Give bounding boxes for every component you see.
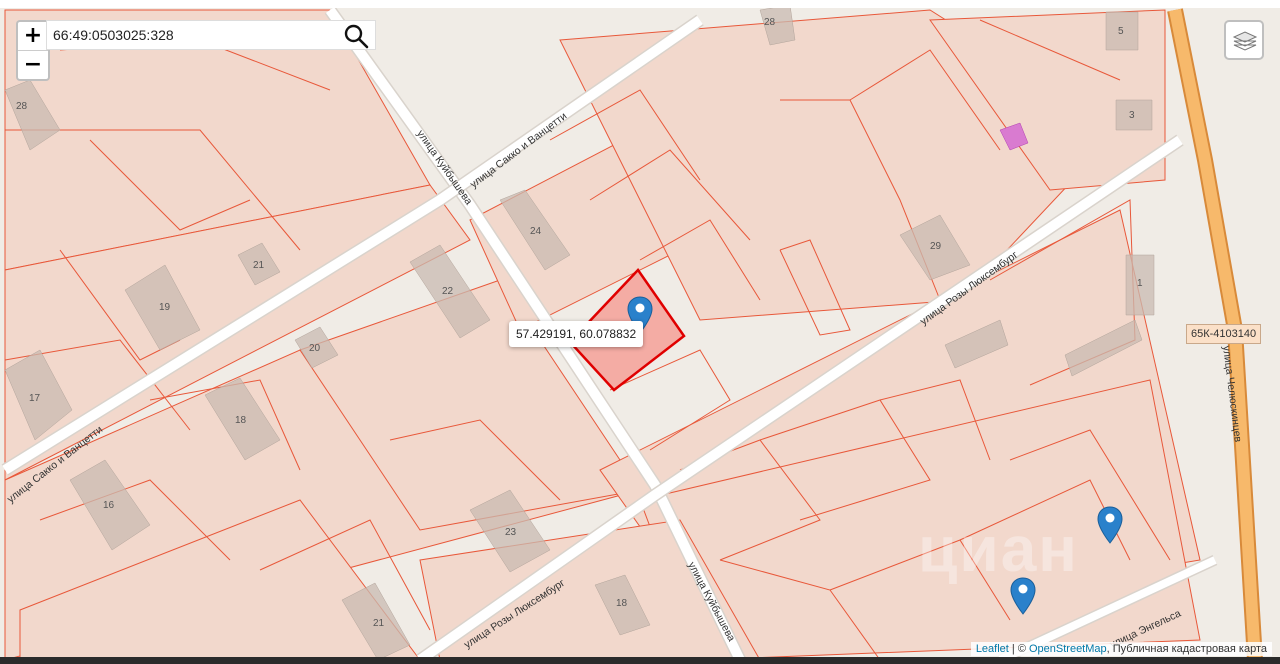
house-number: 21 [253,260,265,271]
zoom-control: + − [16,20,50,81]
house-number: 18 [616,598,628,609]
map-attribution: Leaflet | © OpenStreetMap, Публичная кад… [970,642,1272,656]
house-number: 18 [235,415,247,426]
coordinates-popup: 57.429191, 60.078832 [509,321,644,347]
house-number: 24 [530,226,542,237]
search-box [46,20,376,50]
house-number: 1 [1137,278,1143,289]
house-number: 16 [103,500,115,511]
road-number-shield: 65К-4103140 [1186,324,1262,344]
search-input[interactable] [53,25,333,45]
search-icon[interactable] [343,23,369,49]
attribution-separator: | © [1008,643,1029,655]
watermark-logo: циан [918,513,1079,585]
house-number: 21 [373,618,385,629]
title-strip [0,0,1280,8]
bottom-bar [0,657,1280,664]
house-number: 17 [29,393,41,404]
house-number: 28 [16,101,28,112]
house-number: 23 [505,527,517,538]
house-number: 19 [159,302,171,313]
house-number: 22 [442,286,454,297]
house-number: 3 [1129,110,1135,121]
house-number: 5 [1118,26,1124,37]
zoom-out-button[interactable]: − [18,50,48,79]
map-view[interactable]: улица Сакко и Ванцетти улица Сакко и Ван… [0,0,1280,664]
house-number: 29 [930,241,942,252]
zoom-in-button[interactable]: + [18,22,48,50]
leaflet-link[interactable]: Leaflet [976,643,1009,655]
openstreetmap-link[interactable]: OpenStreetMap [1029,643,1107,655]
house-number: 20 [309,343,321,354]
house-number: 28 [764,17,776,28]
map-marker-icon[interactable] [1097,506,1123,544]
layers-icon [1232,31,1258,51]
map-marker-icon[interactable] [1010,577,1036,615]
attribution-source: , Публичная кадастровая карта [1106,643,1267,655]
layers-button[interactable] [1224,20,1264,60]
